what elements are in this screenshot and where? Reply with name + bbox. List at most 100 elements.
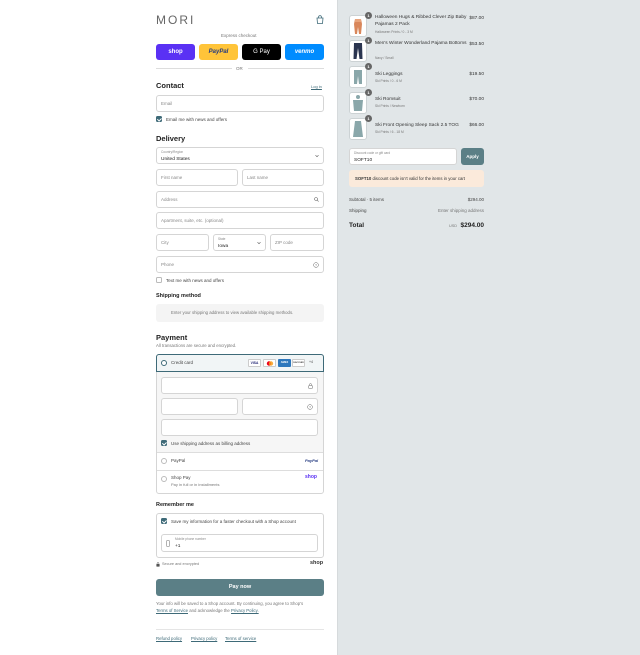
cart-item-variant: Ski Prints / 0 - 6 M bbox=[375, 79, 402, 83]
quantity-badge: 1 bbox=[365, 89, 372, 96]
mastercard-icon bbox=[263, 359, 276, 367]
login-link[interactable]: Log in bbox=[311, 84, 322, 89]
payment-heading: Payment bbox=[156, 333, 188, 342]
refund-policy-link[interactable]: Refund policy bbox=[156, 636, 182, 641]
help-icon[interactable]: ? bbox=[307, 404, 313, 410]
or-divider-label: OR bbox=[236, 66, 243, 71]
quantity-badge: 1 bbox=[365, 63, 372, 70]
apartment-field[interactable]: Apartment, suite, etc. (optional) bbox=[156, 212, 324, 229]
lock-icon bbox=[308, 383, 313, 389]
privacy-policy-footer-link[interactable]: Privacy policy bbox=[191, 636, 217, 641]
secure-encrypted-label: Secure and encrypted bbox=[162, 562, 200, 566]
address-field[interactable]: Address bbox=[156, 191, 324, 208]
divider-line-left bbox=[156, 68, 232, 69]
cart-item-name: Ski Romsuit bbox=[375, 97, 401, 102]
cart-item-price: $19.50 bbox=[469, 72, 484, 77]
state-select[interactable]: State Iowa bbox=[213, 234, 266, 251]
paypal-option-label[interactable]: PayPal bbox=[171, 458, 185, 463]
shoppay-radio[interactable] bbox=[161, 476, 167, 482]
search-icon bbox=[314, 197, 319, 202]
discount-code-field[interactable]: Discount code or gift card SOFT10 bbox=[349, 148, 457, 165]
more-cards-label: +4 bbox=[309, 360, 313, 364]
cart-item-variant: Ski Prints / Newborn bbox=[375, 104, 405, 108]
credit-card-radio[interactable] bbox=[161, 360, 167, 366]
paypal-button[interactable]: PayPal bbox=[199, 44, 238, 60]
email-field[interactable]: Email bbox=[156, 95, 324, 112]
last-name-field[interactable]: Last name bbox=[242, 169, 324, 186]
card-number-field[interactable] bbox=[161, 377, 318, 394]
news-checkbox[interactable] bbox=[156, 116, 162, 122]
cart-item-name: Halloween Hugs & Ribbed Clever Zip Baby … bbox=[375, 15, 467, 27]
city-field[interactable]: City bbox=[156, 234, 209, 251]
paypal-logo: PayPal bbox=[305, 458, 319, 463]
delivery-heading: Delivery bbox=[156, 134, 186, 143]
product-thumbnail bbox=[349, 92, 367, 114]
amex-icon: AMEX bbox=[278, 359, 291, 367]
zip-field[interactable]: ZIP code bbox=[270, 234, 324, 251]
shipping-method-heading: Shipping method bbox=[156, 293, 201, 299]
cart-item-price: $87.00 bbox=[469, 16, 484, 21]
shipping-value: Enter shipping address bbox=[437, 208, 484, 213]
discover-icon: DISCOVER bbox=[292, 359, 305, 367]
billing-address-checkbox[interactable] bbox=[161, 440, 167, 446]
lock-icon bbox=[156, 562, 160, 567]
store-logo[interactable]: MORI bbox=[156, 13, 195, 27]
chevron-down-icon bbox=[315, 154, 319, 158]
quantity-badge: 1 bbox=[365, 37, 372, 44]
cart-item-variant: Halloween Prints / 0 - 3 M bbox=[375, 30, 413, 34]
cart-item-name: Men's Winter Wonderland Pajama Bottoms bbox=[375, 41, 467, 46]
chevron-down-icon bbox=[257, 241, 261, 245]
privacy-policy-link[interactable]: Privacy Policy. bbox=[231, 608, 259, 613]
express-checkout-label: Express checkout bbox=[221, 33, 257, 38]
country-select[interactable]: Country/Region United States bbox=[156, 147, 324, 164]
news-checkbox-label: Email me with news and offers bbox=[166, 117, 227, 122]
name-on-card-field[interactable] bbox=[161, 419, 318, 436]
legal-line-2: Terms of Service and acknowledge the Pri… bbox=[156, 608, 259, 613]
product-thumbnail bbox=[349, 15, 367, 37]
shop-pay-button[interactable]: shop bbox=[156, 44, 195, 60]
save-info-checkbox[interactable] bbox=[161, 518, 167, 524]
discount-error-code: SOFT10 bbox=[355, 176, 372, 181]
text-news-checkbox[interactable] bbox=[156, 277, 162, 283]
credit-card-label: Credit card bbox=[171, 360, 194, 365]
venmo-button[interactable]: venmo bbox=[285, 44, 324, 60]
shoppay-logo: shop bbox=[305, 474, 317, 480]
product-thumbnail bbox=[349, 40, 367, 62]
security-code-field[interactable]: ? bbox=[242, 398, 318, 415]
paypal-radio[interactable] bbox=[161, 458, 167, 464]
phone-field[interactable]: Phone ? bbox=[156, 256, 324, 273]
mobile-phone-icon bbox=[166, 540, 170, 547]
legal-and-text: and acknowledge the bbox=[189, 608, 230, 613]
pay-now-button[interactable]: Pay now bbox=[156, 579, 324, 596]
total-label: Total bbox=[349, 222, 365, 229]
discount-error-text: discount code isn't valid for the items … bbox=[372, 176, 465, 181]
paypal-option-divider bbox=[157, 452, 323, 453]
footer-divider bbox=[156, 629, 324, 630]
contact-heading: Contact bbox=[156, 81, 184, 90]
cart-item-price: $66.00 bbox=[469, 123, 484, 128]
product-thumbnail bbox=[349, 66, 367, 88]
billing-address-label: Use shipping address as billing address bbox=[171, 441, 251, 446]
cart-bag-icon[interactable] bbox=[316, 15, 324, 24]
apply-button[interactable]: Apply bbox=[461, 148, 484, 165]
google-pay-button[interactable]: G Pay bbox=[242, 44, 281, 60]
terms-of-service-footer-link[interactable]: Terms of service bbox=[225, 636, 256, 641]
total-currency: USD bbox=[449, 224, 458, 228]
cart-item-variant: Ski Prints / 6 - 18 M bbox=[375, 130, 404, 134]
remember-me-heading: Remember me bbox=[156, 502, 194, 508]
cart-item-variant: Navy / Small bbox=[375, 56, 394, 60]
expiration-date-field[interactable] bbox=[161, 398, 238, 415]
first-name-field[interactable]: First name bbox=[156, 169, 238, 186]
shipping-label: Shipping bbox=[349, 208, 367, 213]
cart-item-price: $70.00 bbox=[469, 97, 484, 102]
payment-subtitle: All transactions are secure and encrypte… bbox=[156, 343, 237, 348]
mobile-phone-field[interactable]: Mobile phone number +1 bbox=[161, 534, 318, 552]
visa-icon: VISA bbox=[248, 359, 261, 367]
help-icon[interactable]: ? bbox=[313, 262, 319, 268]
shop-logo: shop bbox=[310, 560, 324, 566]
divider-line-right bbox=[248, 68, 324, 69]
shoppay-option-label[interactable]: Shop Pay bbox=[171, 475, 191, 480]
terms-of-service-link[interactable]: Terms of Service bbox=[156, 608, 188, 613]
text-news-label: Text me with news and offers bbox=[166, 278, 224, 283]
quantity-badge: 1 bbox=[365, 12, 372, 19]
